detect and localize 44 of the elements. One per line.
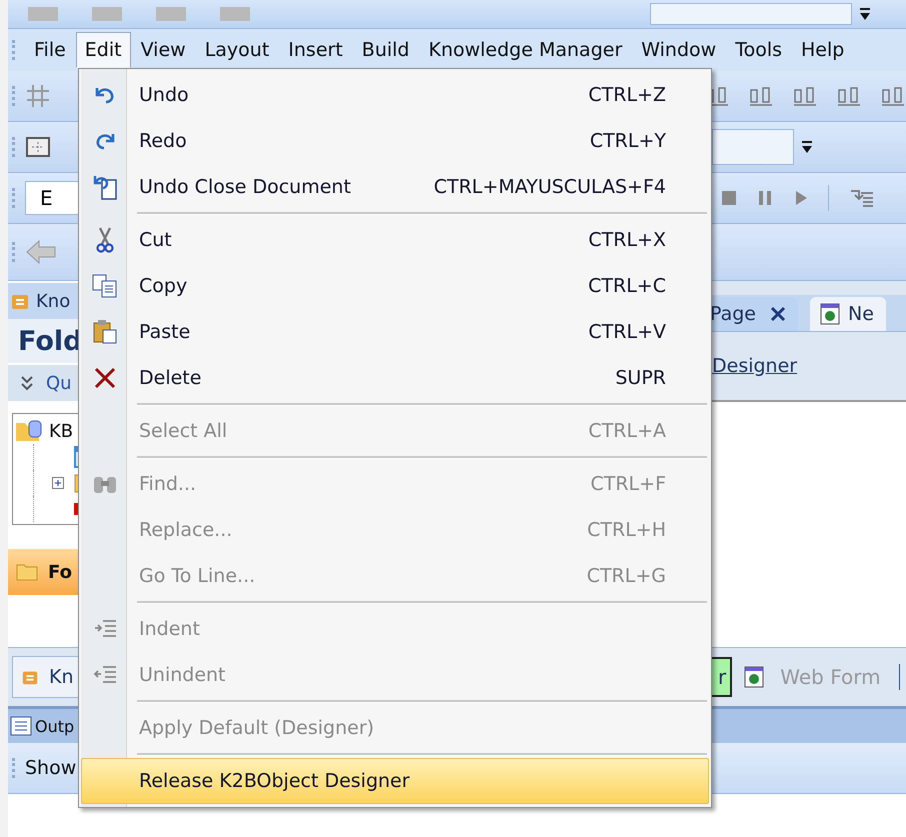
- undo-document-icon: [92, 174, 118, 200]
- folder-bar-label: Fo: [48, 562, 72, 582]
- menu-item[interactable]: Cut CTRL+X: [81, 217, 709, 263]
- document-tab[interactable]: Ne: [810, 297, 886, 331]
- combo-field[interactable]: [650, 3, 852, 25]
- menu-bar-item[interactable]: Window: [632, 32, 726, 68]
- pause-icon[interactable]: [756, 189, 774, 207]
- scissors-icon: [94, 227, 114, 253]
- indent-icon: [92, 618, 116, 640]
- menu-bar-item[interactable]: Edit: [76, 32, 131, 68]
- menu-bar-item[interactable]: Build: [352, 32, 418, 68]
- clipboard-icon: [92, 319, 118, 345]
- panel-title: Outp: [35, 716, 74, 736]
- designer-link[interactable]: Designer: [712, 355, 798, 377]
- globe-page-icon: [744, 666, 764, 688]
- unindent-icon: [92, 664, 116, 686]
- expand-icon[interactable]: [52, 477, 64, 489]
- window-icon[interactable]: [25, 136, 51, 158]
- menu-bar-item[interactable]: Insert: [279, 32, 352, 68]
- menu-item[interactable]: Undo CTRL+Z: [81, 72, 709, 118]
- stop-icon[interactable]: [720, 189, 738, 207]
- close-icon[interactable]: [770, 306, 786, 322]
- menu-item[interactable]: Redo CTRL+Y: [81, 118, 709, 164]
- globe-page-icon: [820, 303, 840, 325]
- query-label[interactable]: Qu: [46, 372, 72, 394]
- combo-field[interactable]: [712, 129, 794, 165]
- menu-bar-item[interactable]: File: [25, 32, 75, 68]
- menu-bar-item[interactable]: Layout: [196, 32, 278, 68]
- copy-icon: [92, 274, 118, 298]
- show-button[interactable]: Show: [25, 757, 76, 779]
- menu-bar-item[interactable]: Help: [792, 32, 854, 68]
- output-icon: [10, 716, 32, 736]
- panel-title: Kno: [36, 290, 70, 312]
- folder-icon: [16, 563, 38, 581]
- menu-bar-item[interactable]: Tools: [726, 32, 791, 68]
- menu-item[interactable]: Release K2BObject Designer: [81, 758, 709, 804]
- chevron-down-icon[interactable]: [20, 375, 34, 391]
- back-arrow-icon[interactable]: [25, 239, 57, 265]
- delete-icon: [94, 367, 116, 389]
- menu-bar-item[interactable]: View: [132, 32, 195, 68]
- grid-icon[interactable]: [25, 83, 51, 109]
- menu-item[interactable]: Delete SUPR: [81, 355, 709, 401]
- menu-bar-item[interactable]: Knowledge Manager: [419, 32, 632, 68]
- tree-item[interactable]: KB: [49, 420, 74, 442]
